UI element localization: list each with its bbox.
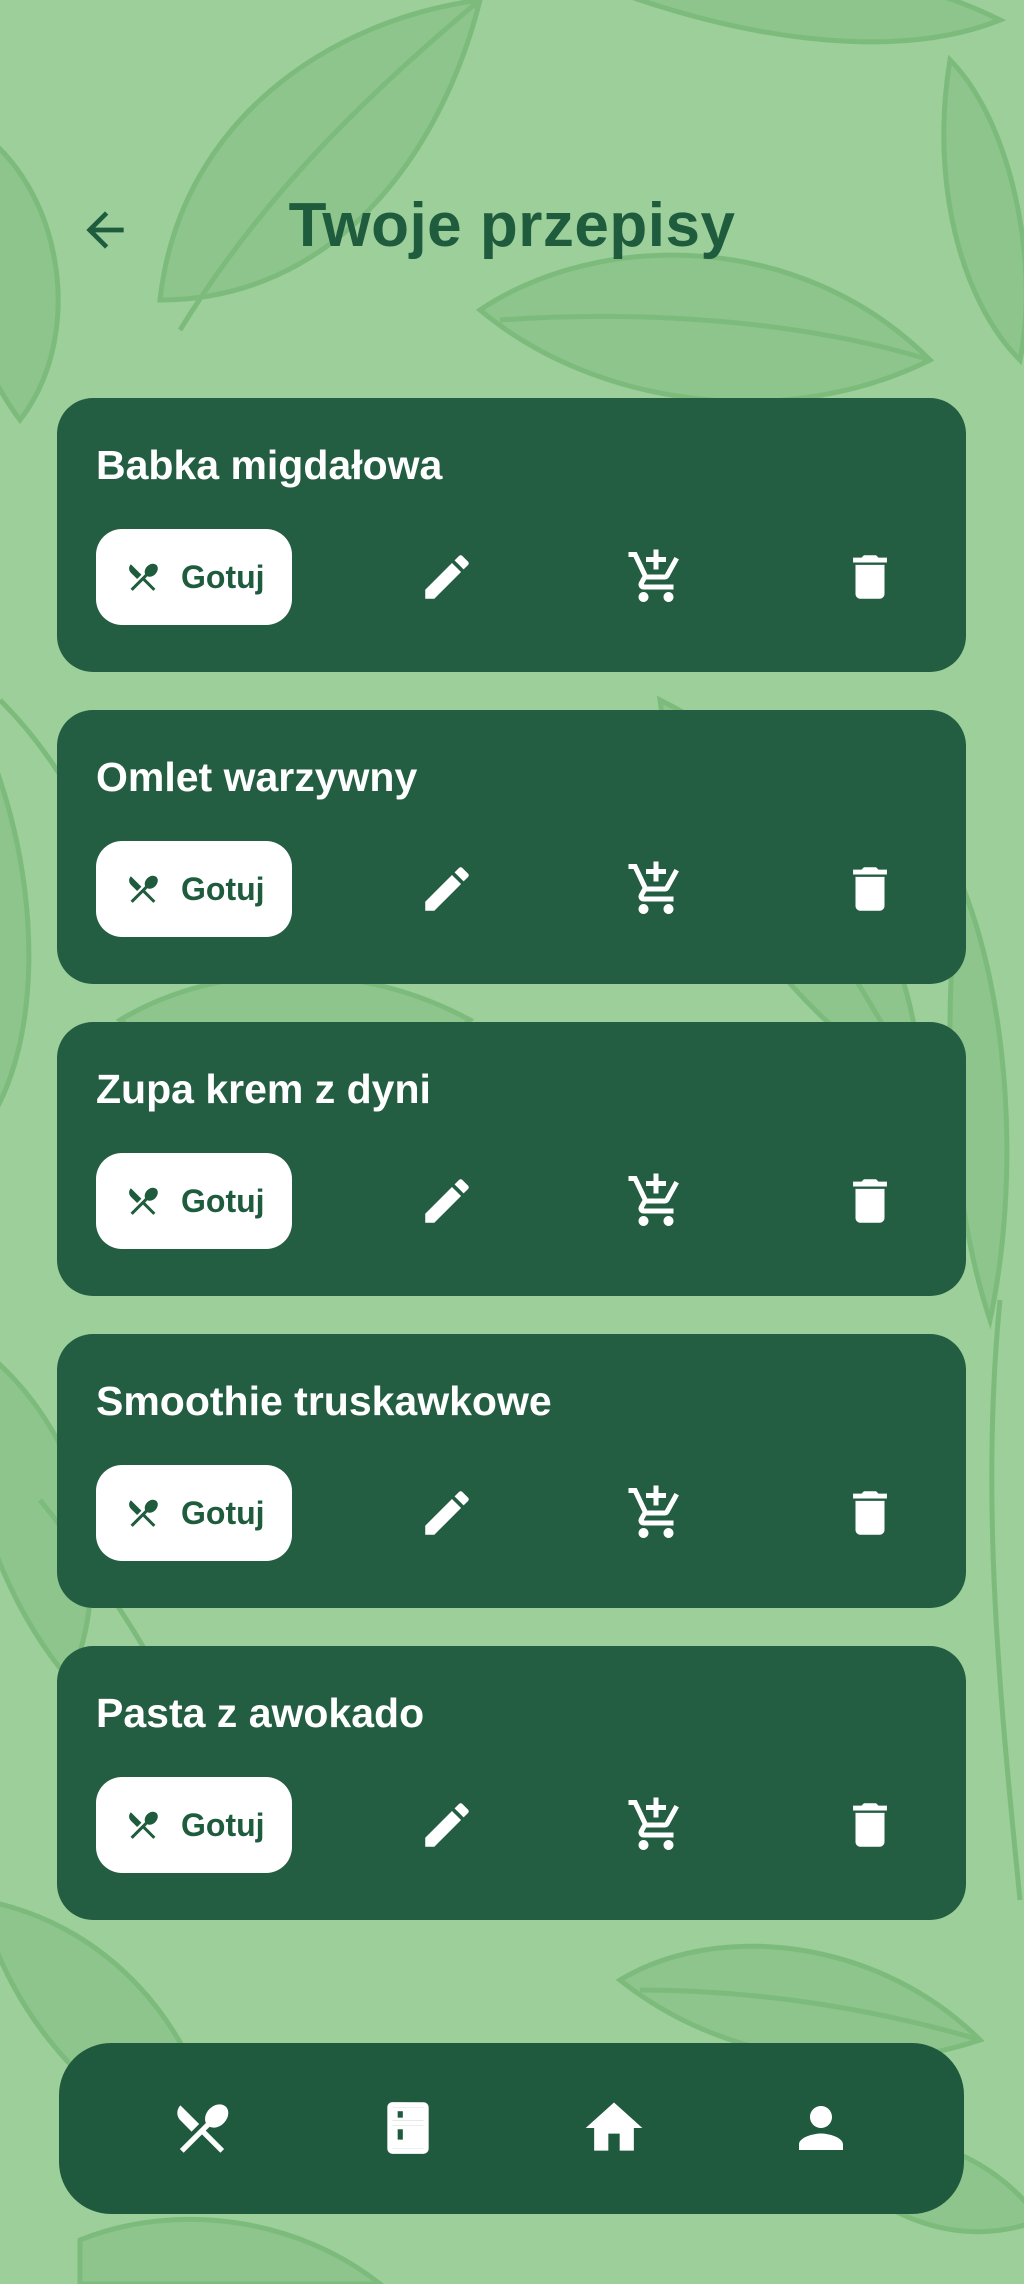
bottom-navigation	[59, 2043, 964, 2214]
add-to-cart-button[interactable]	[620, 1477, 692, 1549]
nav-fridge[interactable]	[365, 2085, 451, 2171]
fork-spoon-icon	[125, 871, 161, 907]
recipe-card: Smoothie truskawkowe Gotuj	[57, 1334, 966, 1608]
recipe-card: Zupa krem z dyni Gotuj	[57, 1022, 966, 1296]
cook-button-label: Gotuj	[181, 870, 265, 907]
recipe-title: Omlet warzywny	[96, 754, 418, 800]
edit-button[interactable]	[411, 853, 483, 925]
cook-button-label: Gotuj	[181, 1182, 265, 1219]
recipe-title: Babka migdałowa	[96, 442, 443, 488]
fridge-icon	[387, 2102, 429, 2154]
fork-spoon-icon	[125, 1495, 161, 1531]
pencil-icon	[425, 555, 469, 599]
home-icon	[585, 2102, 643, 2151]
delete-button[interactable]	[834, 541, 906, 613]
add-to-cart-icon	[628, 1485, 679, 1538]
pencil-icon	[425, 1803, 469, 1847]
delete-button[interactable]	[834, 853, 906, 925]
add-to-cart-button[interactable]	[620, 853, 692, 925]
cook-button-label: Gotuj	[181, 1494, 265, 1531]
fork-spoon-icon	[177, 2104, 229, 2153]
add-to-cart-button[interactable]	[620, 541, 692, 613]
add-to-cart-icon	[628, 861, 679, 914]
trash-icon	[853, 555, 887, 599]
cook-button-label: Gotuj	[181, 1806, 265, 1843]
add-to-cart-button[interactable]	[620, 1789, 692, 1861]
delete-button[interactable]	[834, 1477, 906, 1549]
cook-button[interactable]: Gotuj	[96, 529, 292, 625]
fork-spoon-icon	[125, 1807, 161, 1843]
add-to-cart-icon	[628, 1797, 679, 1850]
fork-spoon-icon	[125, 1183, 161, 1219]
nav-home[interactable]	[571, 2085, 657, 2171]
cook-button-label: Gotuj	[181, 558, 265, 595]
app-header: Twoje przepisy	[0, 150, 1024, 310]
recipe-list: Babka migdałowa Gotuj Omlet warzywny Got…	[57, 398, 966, 1958]
person-icon	[799, 2106, 843, 2150]
recipe-title: Pasta z awokado	[96, 1690, 425, 1736]
edit-button[interactable]	[411, 1165, 483, 1237]
trash-icon	[853, 1179, 887, 1223]
nav-profile[interactable]	[778, 2085, 864, 2171]
add-to-cart-button[interactable]	[620, 1165, 692, 1237]
fork-spoon-icon	[125, 559, 161, 595]
add-to-cart-icon	[628, 549, 679, 602]
add-to-cart-icon	[628, 1173, 679, 1226]
cook-button[interactable]: Gotuj	[96, 841, 292, 937]
trash-icon	[853, 1491, 887, 1535]
cook-button[interactable]: Gotuj	[96, 1465, 292, 1561]
edit-button[interactable]	[411, 541, 483, 613]
edit-button[interactable]	[411, 1477, 483, 1549]
pencil-icon	[425, 867, 469, 911]
page-title: Twoje przepisy	[288, 191, 736, 260]
edit-button[interactable]	[411, 1789, 483, 1861]
delete-button[interactable]	[834, 1165, 906, 1237]
recipe-card: Omlet warzywny Gotuj	[57, 710, 966, 984]
nav-recipes[interactable]	[159, 2085, 245, 2171]
delete-button[interactable]	[834, 1789, 906, 1861]
trash-icon	[853, 867, 887, 911]
trash-icon	[853, 1803, 887, 1847]
recipe-title: Smoothie truskawkowe	[96, 1378, 552, 1424]
recipe-title: Zupa krem z dyni	[96, 1066, 431, 1112]
cook-button[interactable]: Gotuj	[96, 1153, 292, 1249]
cook-button[interactable]: Gotuj	[96, 1777, 292, 1873]
pencil-icon	[425, 1179, 469, 1223]
pencil-icon	[425, 1491, 469, 1535]
recipe-card: Babka migdałowa Gotuj	[57, 398, 966, 672]
recipe-card: Pasta z awokado Gotuj	[57, 1646, 966, 1920]
